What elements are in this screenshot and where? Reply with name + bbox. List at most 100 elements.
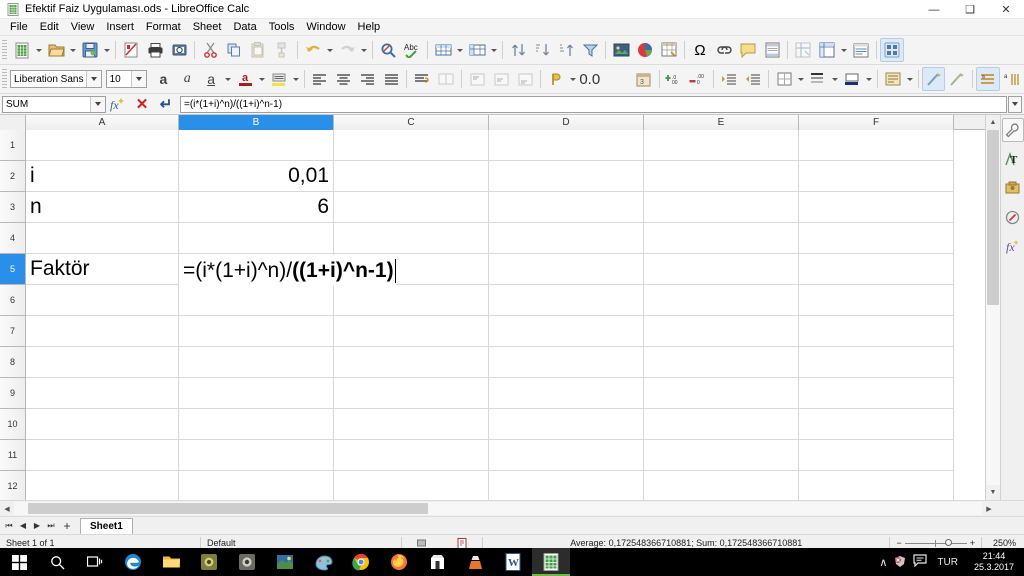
cell-b4[interactable] (179, 223, 334, 254)
align-right-button[interactable] (356, 67, 380, 91)
add-decimal-place-button[interactable]: .0 00 (663, 67, 687, 91)
add-sheet-button[interactable]: + (58, 518, 76, 534)
app-icon-gray[interactable] (228, 548, 266, 576)
cell-f9[interactable] (799, 378, 954, 409)
format-as-percent-button[interactable]: 0.0 (578, 67, 602, 91)
open-file-button[interactable] (44, 38, 68, 62)
cell-a6[interactable] (26, 285, 179, 316)
paint-3d-icon[interactable] (304, 548, 342, 576)
new-document-dropdown[interactable] (34, 38, 44, 62)
border-style-button[interactable] (806, 67, 830, 91)
decrease-indent-button[interactable] (741, 67, 765, 91)
border-style-dropdown[interactable] (830, 67, 840, 91)
conditional-formatting-more-button[interactable] (945, 67, 969, 91)
cell-d4[interactable] (489, 223, 644, 254)
bold-button[interactable]: a (151, 67, 175, 91)
cell-f7[interactable] (799, 316, 954, 347)
scroll-up-button[interactable]: ▲ (986, 115, 1000, 130)
menu-file[interactable]: File (4, 20, 34, 34)
cell-editor-b5[interactable]: =(i*(1+i)^n)/((1+i)^n-1) (179, 255, 396, 286)
clock[interactable]: 21:44 25.3.2017 (968, 551, 1020, 573)
cell-d2[interactable] (489, 161, 644, 192)
cell-d9[interactable] (489, 378, 644, 409)
cell-e1[interactable] (644, 130, 799, 161)
align-center-vertically-button[interactable] (489, 67, 513, 91)
zoom-slider-knob[interactable] (944, 538, 952, 546)
font-color-dropdown[interactable] (257, 67, 267, 91)
border-color-dropdown[interactable] (864, 67, 874, 91)
last-sheet-button[interactable]: ⏭ (44, 518, 58, 534)
cell-c2[interactable] (334, 161, 489, 192)
cell-a4[interactable] (26, 223, 179, 254)
previous-sheet-button[interactable]: ◀ (16, 518, 30, 534)
formula-input-line[interactable]: =(i*(1+i)^n)/((1+i)^n-1) (180, 95, 1007, 113)
headers-and-footers-button[interactable] (760, 38, 784, 62)
wrap-text-button[interactable] (410, 67, 434, 91)
cell-f6[interactable] (799, 285, 954, 316)
cell-e7[interactable] (644, 316, 799, 347)
microsoft-store-icon[interactable] (418, 548, 456, 576)
cell-c7[interactable] (334, 316, 489, 347)
show-draw-functions-button[interactable] (849, 38, 873, 62)
font-name-combobox[interactable]: Liberation Sans (9, 70, 102, 88)
split-window-dropdown[interactable] (839, 38, 849, 62)
action-center-icon[interactable] (913, 554, 927, 570)
font-color-button[interactable]: a (233, 67, 257, 91)
row-header-2[interactable]: 2 (0, 161, 26, 192)
sidebar-settings-icon[interactable] (1001, 118, 1024, 142)
app-icon-olive[interactable] (190, 548, 228, 576)
row-header-11[interactable]: 11 (0, 440, 26, 471)
scroll-right-button[interactable]: ▶ (982, 502, 996, 516)
column-header-b[interactable]: B (179, 115, 334, 130)
horizontal-scrollbar[interactable]: ◀ ▶ (0, 500, 1024, 516)
show-hidden-icons-button[interactable]: ∧ (879, 556, 887, 569)
cell-e12[interactable] (644, 471, 799, 500)
cell-e10[interactable] (644, 409, 799, 440)
sort-button[interactable] (506, 38, 530, 62)
cell-b2[interactable]: 0,01 (179, 161, 334, 192)
delete-decimal-place-button[interactable]: .00 0 (686, 67, 710, 91)
border-color-button[interactable] (840, 67, 864, 91)
cell-e9[interactable] (644, 378, 799, 409)
cell-e4[interactable] (644, 223, 799, 254)
select-all-corner[interactable] (0, 115, 26, 130)
column-header-c[interactable]: C (334, 115, 489, 130)
background-color-dropdown[interactable] (905, 67, 915, 91)
redo-dropdown[interactable] (359, 38, 369, 62)
export-as-pdf-button[interactable] (119, 38, 143, 62)
menu-edit[interactable]: Edit (34, 20, 65, 34)
first-sheet-button[interactable]: ⏮ (2, 518, 16, 534)
menu-insert[interactable]: Insert (100, 20, 140, 34)
cell-f2[interactable] (799, 161, 954, 192)
find-and-replace-button[interactable] (376, 38, 400, 62)
row-header-5[interactable]: 5 (0, 254, 26, 285)
cell-a2[interactable]: i (26, 161, 179, 192)
cell-e2[interactable] (644, 161, 799, 192)
format-as-date-button[interactable]: 3 (632, 67, 656, 91)
zoom-out-button[interactable]: − (896, 538, 901, 548)
cell-f1[interactable] (799, 130, 954, 161)
highlighting-color-button[interactable] (267, 67, 291, 91)
cell-d1[interactable] (489, 130, 644, 161)
print-button[interactable] (143, 38, 167, 62)
row-header-6[interactable]: 6 (0, 285, 26, 316)
maximize-button[interactable]: ❑ (952, 0, 988, 19)
menu-view[interactable]: View (65, 20, 101, 34)
cell-d3[interactable] (489, 192, 644, 223)
align-center-button[interactable] (332, 67, 356, 91)
cell-f10[interactable] (799, 409, 954, 440)
cell-a7[interactable] (26, 316, 179, 347)
cell-b6[interactable] (179, 285, 334, 316)
toolbar-grip[interactable] (2, 40, 7, 60)
expand-formula-bar-button[interactable] (1008, 95, 1022, 113)
new-document-button[interactable] (10, 38, 34, 62)
cell-c9[interactable] (334, 378, 489, 409)
start-button[interactable] (0, 548, 38, 576)
cell-a3[interactable]: n (26, 192, 179, 223)
borders-button[interactable] (772, 67, 796, 91)
zoom-slider-track[interactable] (904, 538, 967, 547)
column-header-e[interactable]: E (644, 115, 799, 130)
horizontal-scroll-track[interactable] (14, 502, 982, 515)
cell-a12[interactable] (26, 471, 179, 500)
row-header-10[interactable]: 10 (0, 409, 26, 440)
